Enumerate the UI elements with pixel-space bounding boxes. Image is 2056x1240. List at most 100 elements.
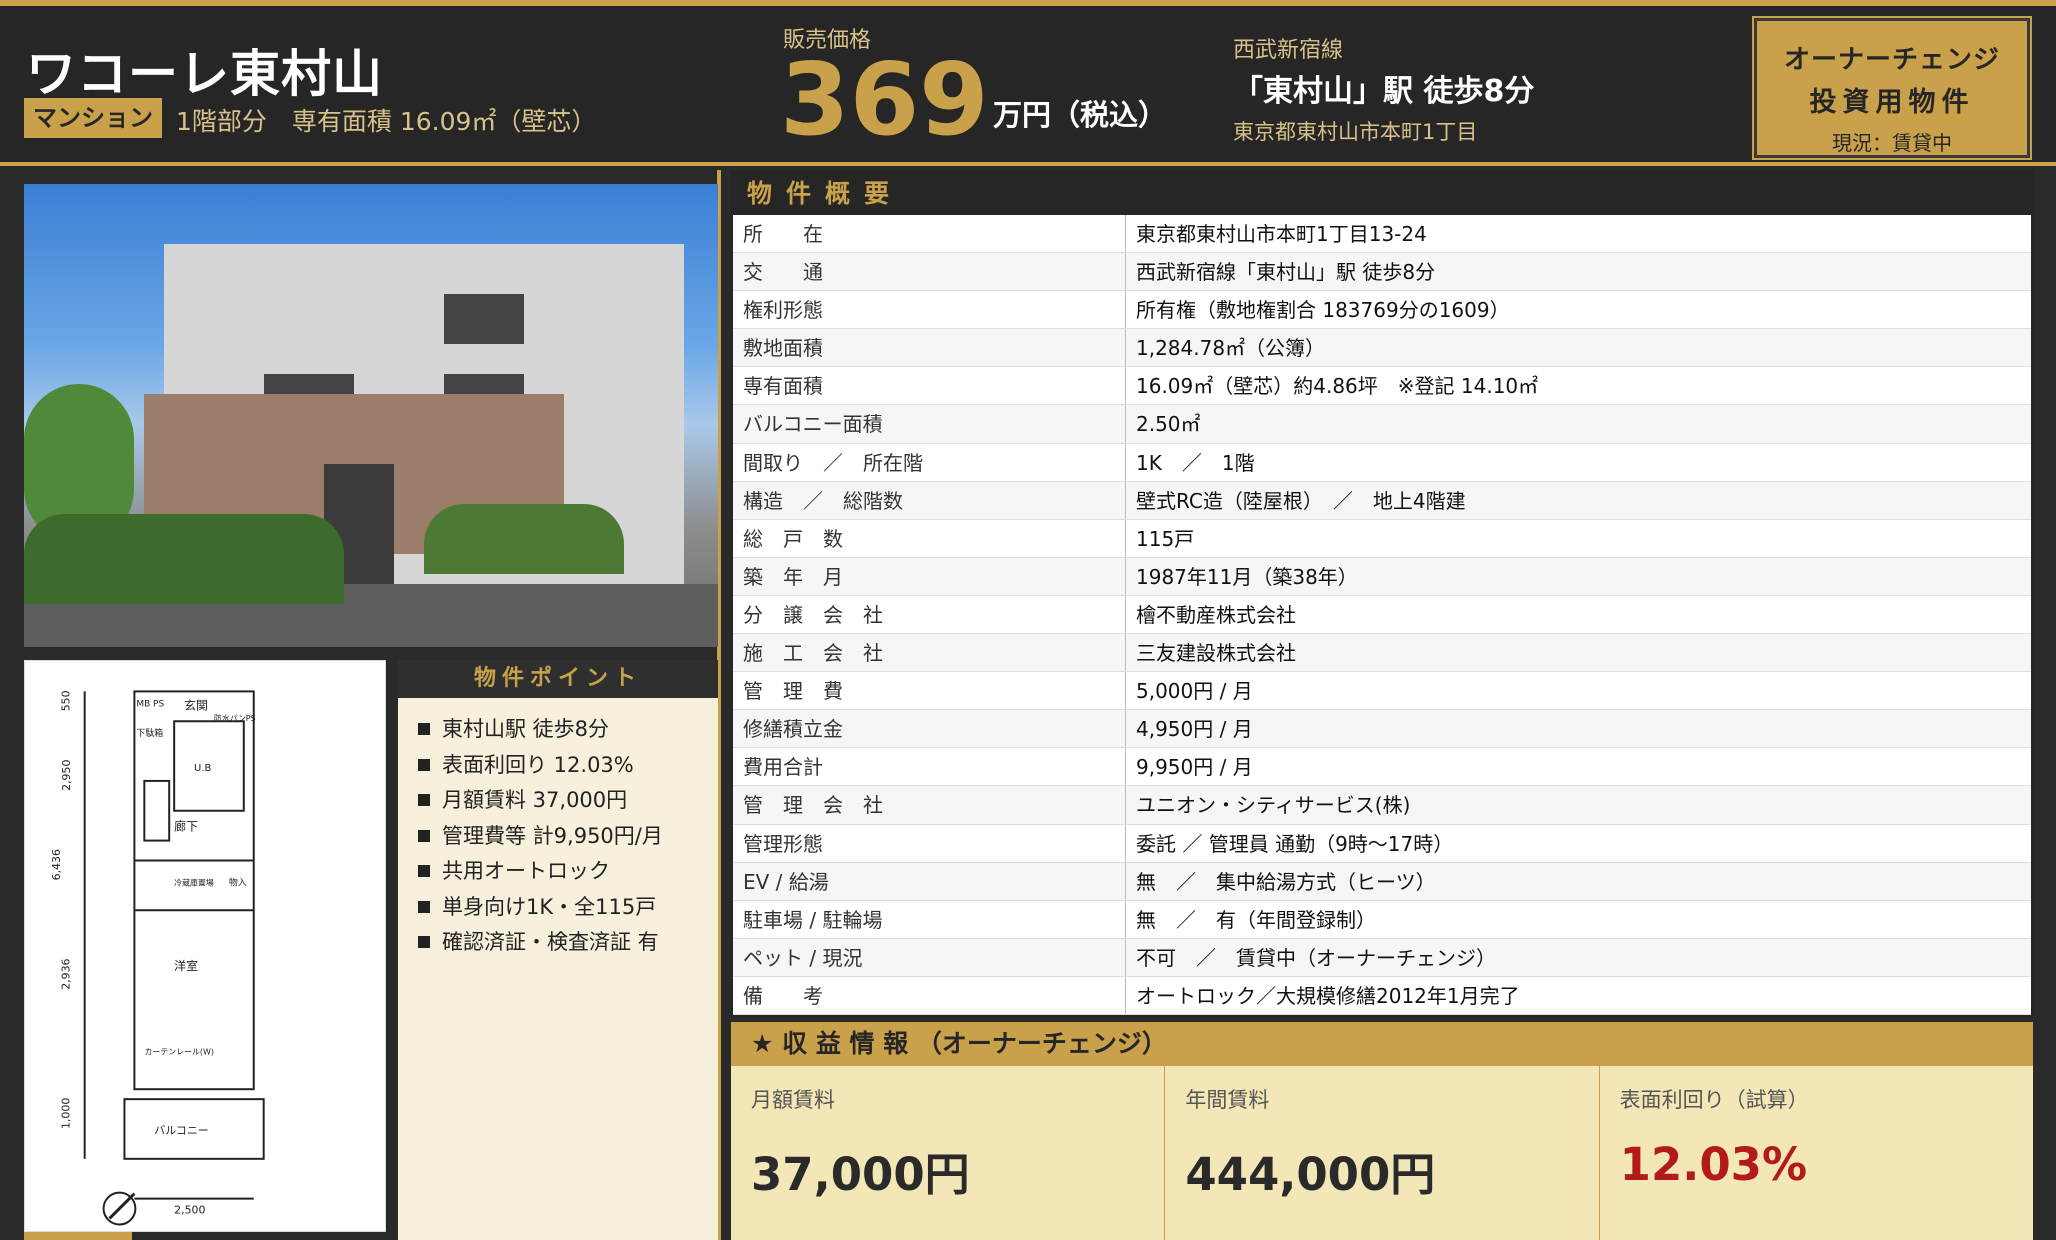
points-list: 東村山駅 徒歩8分 表面利回り 12.03% 月額賃料 37,000円 管理費等… xyxy=(398,698,718,961)
overview-key: 間取り ／ 所在階 xyxy=(733,443,1126,481)
income-panel: ★ 収 益 情 報 （オーナーチェンジ） 月額賃料 37,000円 年間賃料 4… xyxy=(731,1022,2033,1240)
overview-key: 修繕積立金 xyxy=(733,710,1126,748)
overview-key: 分 譲 会 社 xyxy=(733,595,1126,634)
bullet-icon xyxy=(418,865,430,877)
overview-row: 管理形態 委託 ／ 管理員 通勤（9時～17時） xyxy=(733,824,2031,863)
overview-value: 所有権（敷地権割合 183769分の1609） xyxy=(1136,298,1510,323)
overview-value: 115戸 xyxy=(1136,526,1195,551)
overview-value: 無 ／ 集中給湯方式（ヒーツ） xyxy=(1136,869,1436,894)
overview-value: 檜不動産株式会社 xyxy=(1136,602,1296,627)
overview-value: 委託 ／ 管理員 通勤（9時～17時） xyxy=(1136,831,1454,856)
overview-key: ペット / 現況 xyxy=(733,938,1126,976)
overview-key: 管 理 会 社 xyxy=(733,786,1126,824)
bullet-icon xyxy=(418,829,430,842)
overview-value: 不可 ／ 賃貸中（オーナーチェンジ） xyxy=(1136,945,1496,970)
overview-key: 権利形態 xyxy=(733,291,1126,329)
overview-key: 費用合計 xyxy=(733,748,1126,786)
overview-row: 費用合計 9,950円 / 月 xyxy=(733,748,2031,787)
bullet-icon xyxy=(418,794,430,806)
overview-key: 備 考 xyxy=(733,976,1126,1014)
income-columns: 月額賃料 37,000円 年間賃料 444,000円 表面利回り（試算） 12.… xyxy=(731,1066,2033,1240)
overview-value: 4,950円 / 月 xyxy=(1136,717,1253,742)
overview-value: 1987年11月（築38年） xyxy=(1136,564,1358,589)
dim-label: 1,000 xyxy=(60,1098,73,1129)
overview-key: 管理形態 xyxy=(733,824,1126,862)
overview-row: 所 在東京都東村山市本町1丁目13-24 xyxy=(733,215,2031,254)
room-label: 廊下 xyxy=(174,820,198,834)
overview-key: 交 通 xyxy=(733,253,1126,291)
dim-label: 6,436 xyxy=(50,849,63,880)
overview-row: 専有面積 16.09㎡（壁芯）約4.86坪 ※登記 14.10㎡ xyxy=(733,367,2031,406)
room-label: 防水パン xyxy=(214,713,246,723)
point-item: 単身向け1K・全115戸 xyxy=(418,890,718,926)
badge-line1: オーナーチェンジ xyxy=(1783,45,2000,75)
overview-value: 1K ／ 1階 xyxy=(1136,450,1255,475)
overview-row: 総 戸 数 115戸 xyxy=(733,519,2031,558)
bullet-icon xyxy=(418,758,430,771)
property-points: 物件ポイント 東村山駅 徒歩8分 表面利回り 12.03% 月額賃料 37,00… xyxy=(398,660,718,1240)
hedge xyxy=(424,504,624,574)
room-label: MB PS xyxy=(136,699,164,709)
room-label: 玄関 xyxy=(184,698,208,712)
room-label: U.B xyxy=(194,763,211,774)
floor-plan-drawing: 550 2,950 6,436 2,936 1,000 2,500 MB PS … xyxy=(50,690,265,1226)
overview-value: 三友建設株式会社 xyxy=(1136,641,1296,666)
overview-key: バルコニー面積 xyxy=(733,405,1126,443)
overview-key: 築 年 月 xyxy=(733,557,1126,595)
income-label: 年間賃料 xyxy=(1185,1088,1270,1112)
plan-accent-bar xyxy=(24,1232,132,1240)
overview-key: 構造 ／ 総階数 xyxy=(733,481,1126,519)
overview-row: 敷地面積 1,284.78㎡（公簿） xyxy=(733,329,2031,368)
room-label: 下駄箱 xyxy=(136,727,163,739)
overview-value: 東京都東村山市本町1丁目13-24 xyxy=(1136,222,1427,246)
overview-row: 管 理 会 社ユニオン・シティサービス(株) xyxy=(733,786,2031,825)
north-arrow-icon xyxy=(102,1191,137,1226)
point-item: 表面利回り 12.03% xyxy=(418,748,718,784)
overview-key: 施 工 会 社 xyxy=(733,634,1126,672)
overview-row: 管 理 費 5,000円 / 月 xyxy=(733,672,2031,711)
point-item: 共用オートロック xyxy=(418,854,718,890)
bullet-icon xyxy=(418,936,430,948)
price: 369 xyxy=(780,41,989,158)
overview-rows: 所 在東京都東村山市本町1丁目13-24 交 通西武新宿線「東村山」駅 徒歩8分権… xyxy=(733,215,2031,1015)
bullet-icon xyxy=(418,900,430,913)
price-unit: 万円（税込） xyxy=(993,98,1168,132)
income-monthly: 月額賃料 37,000円 xyxy=(731,1066,1166,1240)
train-line: 西武新宿線 xyxy=(1233,38,1344,63)
owner-change-badge: オーナーチェンジ 投資用物件 現況：賃貸中 xyxy=(1752,16,2032,160)
window xyxy=(444,294,524,344)
point-item: 管理費等 計9,950円/月 xyxy=(418,819,718,855)
room-label: カーテンレール(W) xyxy=(144,1047,214,1056)
badge-line2: 投資用物件 xyxy=(1809,87,1975,118)
overview-row: 修繕積立金 4,950円 / 月 xyxy=(733,710,2031,749)
overview-value: 1,284.78㎡（公簿） xyxy=(1136,336,1326,361)
overview-row: 間取り ／ 所在階 1K ／ 1階 xyxy=(733,443,2031,482)
overview-row: 権利形態 所有権（敷地権割合 183769分の1609） xyxy=(733,291,2031,330)
overview-value: 9,950円 / 月 xyxy=(1136,755,1253,780)
overview-row: 交 通西武新宿線「東村山」駅 徒歩8分 xyxy=(733,253,2031,292)
dim-label: 550 xyxy=(60,690,73,711)
overview-value: 西武新宿線「東村山」駅 徒歩8分 xyxy=(1136,260,1436,285)
header: ワコーレ東村山 マンション 1階部分 専有面積 16.09㎡（壁芯） 販売価格 … xyxy=(0,0,2056,166)
hedge xyxy=(24,514,344,604)
room-label: 洋室 xyxy=(174,959,198,973)
overview-key: 総 戸 数 xyxy=(733,519,1126,557)
overview-value: ユニオン・シティサービス(株) xyxy=(1136,793,1411,818)
bullet-icon xyxy=(418,723,430,735)
overview-key: EV / 給湯 xyxy=(733,862,1126,900)
room-label: バルコニー xyxy=(154,1124,208,1137)
income-label: 月額賃料 xyxy=(751,1088,835,1112)
income-title: ★ 収 益 情 報 （オーナーチェンジ） xyxy=(731,1022,2033,1066)
point-item: 月額賃料 37,000円 xyxy=(418,783,718,819)
income-value: 444,000円 xyxy=(1185,1148,1436,1201)
overview-value: 2.50㎡ xyxy=(1136,412,1201,437)
overview-value: 無 ／ 有（年間登録制） xyxy=(1136,907,1376,932)
point-item: 確認済証・検査済証 有 xyxy=(418,925,718,961)
building-photo xyxy=(24,184,718,647)
overview-row: バルコニー面積 2.50㎡ xyxy=(733,405,2031,444)
dim-label: 2,950 xyxy=(60,760,73,791)
overview-key: 管 理 費 xyxy=(733,672,1126,710)
overview-table: 物件概要 所 在東京都東村山市本町1丁目13-24 交 通西武新宿線「東村山」駅 … xyxy=(731,170,2033,1017)
station-access: 「東村山」駅 徒歩8分 xyxy=(1233,74,1535,109)
income-value: 12.03% xyxy=(1619,1138,1808,1191)
